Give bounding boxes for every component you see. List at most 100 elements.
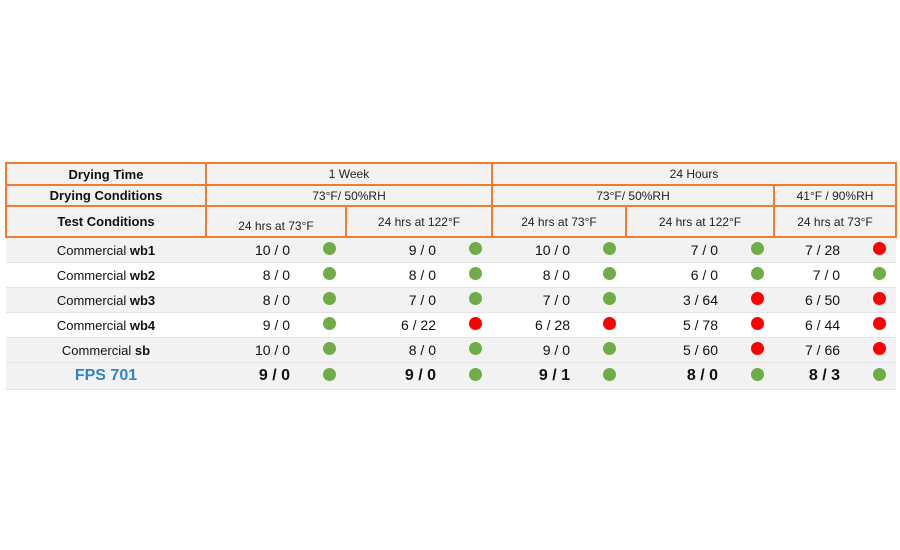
product-code: FPS 701 — [74, 367, 138, 384]
result-value: 6 / 50 — [805, 292, 841, 308]
product-name: Commercial wb3 — [6, 287, 206, 313]
result-cell: 7 / 0 — [626, 237, 774, 263]
test-conditions-label: Test Conditions — [5, 205, 207, 238]
result-value: 10 / 0 — [254, 242, 290, 258]
results-table: Drying Time 1 Week 24 Hours Drying Condi… — [5, 162, 898, 390]
result-value: 6 / 0 — [690, 267, 718, 283]
pass-status-dot-icon — [603, 292, 616, 305]
product-prefix: Commercial — [56, 317, 130, 333]
drying-conditions-row: Drying Conditions 73°F/ 50%RH 73°F/ 50%R… — [5, 184, 898, 207]
result-cell: 9 / 0 — [206, 312, 346, 338]
table-row: Commercial wb1 10 / 0 9 / 0 10 / 0 7 / 0 7 / … — [6, 237, 897, 263]
result-value: 3 / 64 — [682, 292, 718, 308]
result-cell: 8 / 0 — [492, 262, 626, 288]
result-cell: 8 / 0 — [206, 287, 346, 313]
result-value: 6 / 44 — [805, 317, 841, 333]
result-cell: 5 / 60 — [626, 337, 774, 363]
test-condition-2: 24 hrs at 122°F — [345, 205, 493, 238]
pass-status-dot-icon — [469, 368, 482, 381]
fail-status-dot-icon — [751, 292, 764, 305]
result-value: 6 / 22 — [400, 317, 436, 333]
test-condition-1: 24 hrs at 73°F — [205, 205, 347, 238]
pass-status-dot-icon — [751, 242, 764, 255]
fail-status-dot-icon — [873, 242, 887, 255]
product-name: Commercial wb4 — [6, 312, 206, 338]
pass-status-dot-icon — [873, 267, 887, 280]
test-condition-4: 24 hrs at 122°F — [625, 205, 775, 238]
product-code: wb2 — [129, 267, 156, 283]
result-cell: 9 / 1 — [492, 362, 626, 390]
drying-time-row: Drying Time 1 Week 24 Hours — [5, 162, 898, 186]
result-value: 8 / 0 — [408, 342, 436, 358]
pass-status-dot-icon — [603, 267, 616, 280]
product-code: wb3 — [129, 292, 156, 308]
pass-status-dot-icon — [323, 368, 336, 381]
result-cell: 10 / 0 — [492, 237, 626, 263]
fail-status-dot-icon — [603, 317, 616, 330]
result-cell: 7 / 0 — [492, 287, 626, 313]
product-name: Commercial wb1 — [6, 237, 206, 263]
result-value: 10 / 0 — [254, 342, 290, 358]
product-prefix: Commercial — [56, 292, 130, 308]
fail-status-dot-icon — [873, 342, 887, 355]
result-cell: 6 / 0 — [626, 262, 774, 288]
pass-status-dot-icon — [603, 342, 616, 355]
result-cell: 8 / 3 — [774, 362, 897, 390]
drying-time-24-hours: 24 Hours — [490, 162, 898, 186]
result-value: 7 / 0 — [812, 267, 841, 283]
product-code: sb — [134, 342, 151, 358]
result-cell: 9 / 0 — [346, 362, 492, 390]
drying-condition-24h-73f: 73°F/ 50%RH — [491, 184, 775, 207]
pass-status-dot-icon — [323, 267, 336, 280]
result-cell: 7 / 0 — [346, 287, 492, 313]
result-value: 9 / 0 — [408, 242, 436, 258]
drying-time-label: Drying Time — [5, 162, 207, 186]
product-name: FPS 701 — [6, 362, 206, 390]
product-prefix: Commercial — [56, 267, 130, 283]
result-value: 9 / 1 — [538, 367, 570, 384]
drying-time-1-week: 1 Week — [205, 162, 493, 186]
result-cell: 9 / 0 — [346, 237, 492, 263]
result-value: 7 / 0 — [690, 242, 718, 258]
pass-status-dot-icon — [751, 267, 764, 280]
result-cell: 7 / 66 — [774, 337, 897, 363]
result-value: 8 / 0 — [408, 267, 436, 283]
result-cell: 3 / 64 — [626, 287, 774, 313]
result-value: 9 / 0 — [542, 342, 570, 358]
result-cell: 8 / 0 — [626, 362, 774, 390]
table-row: FPS 701 9 / 0 9 / 0 9 / 1 8 / 0 8 / 3 — [6, 362, 897, 390]
result-cell: 8 / 0 — [206, 262, 346, 288]
pass-status-dot-icon — [469, 292, 482, 305]
result-cell: 7 / 28 — [774, 237, 897, 263]
table-header: Drying Time 1 Week 24 Hours Drying Condi… — [5, 162, 898, 238]
table-row: Commercial wb2 8 / 0 8 / 0 8 / 0 6 / 0 7 / 0 — [6, 262, 897, 288]
drying-condition-24h-41f: 41°F / 90%RH — [772, 184, 898, 207]
pass-status-dot-icon — [323, 242, 336, 255]
fail-status-dot-icon — [873, 292, 887, 305]
result-value: 7 / 0 — [408, 292, 436, 308]
result-cell: 6 / 22 — [346, 312, 492, 338]
pass-status-dot-icon — [323, 342, 336, 355]
result-cell: 10 / 0 — [206, 237, 346, 263]
result-value: 8 / 0 — [542, 267, 570, 283]
pass-status-dot-icon — [323, 292, 336, 305]
result-value: 9 / 0 — [262, 317, 290, 333]
result-value: 9 / 0 — [404, 367, 436, 384]
product-prefix: Commercial — [56, 242, 130, 258]
table-row: Commercial wb3 8 / 0 7 / 0 7 / 0 3 / 64 6 / 5… — [6, 287, 897, 313]
drying-condition-1week-73f: 73°F/ 50%RH — [205, 184, 493, 207]
result-cell: 6 / 44 — [774, 312, 897, 338]
pass-status-dot-icon — [469, 242, 482, 255]
pass-status-dot-icon — [603, 242, 616, 255]
table-body: Commercial wb1 10 / 0 9 / 0 10 / 0 7 / 0 7 / … — [6, 237, 897, 390]
result-value: 9 / 0 — [258, 367, 290, 384]
pass-status-dot-icon — [603, 368, 616, 381]
product-name: Commercial sb — [6, 337, 206, 363]
product-prefix: Commercial — [61, 342, 135, 358]
product-code: wb4 — [129, 317, 156, 333]
result-cell: 5 / 78 — [626, 312, 774, 338]
result-cell: 10 / 0 — [206, 337, 346, 363]
fail-status-dot-icon — [469, 317, 482, 330]
result-value: 5 / 78 — [682, 317, 718, 333]
test-condition-3: 24 hrs at 73°F — [491, 205, 627, 238]
